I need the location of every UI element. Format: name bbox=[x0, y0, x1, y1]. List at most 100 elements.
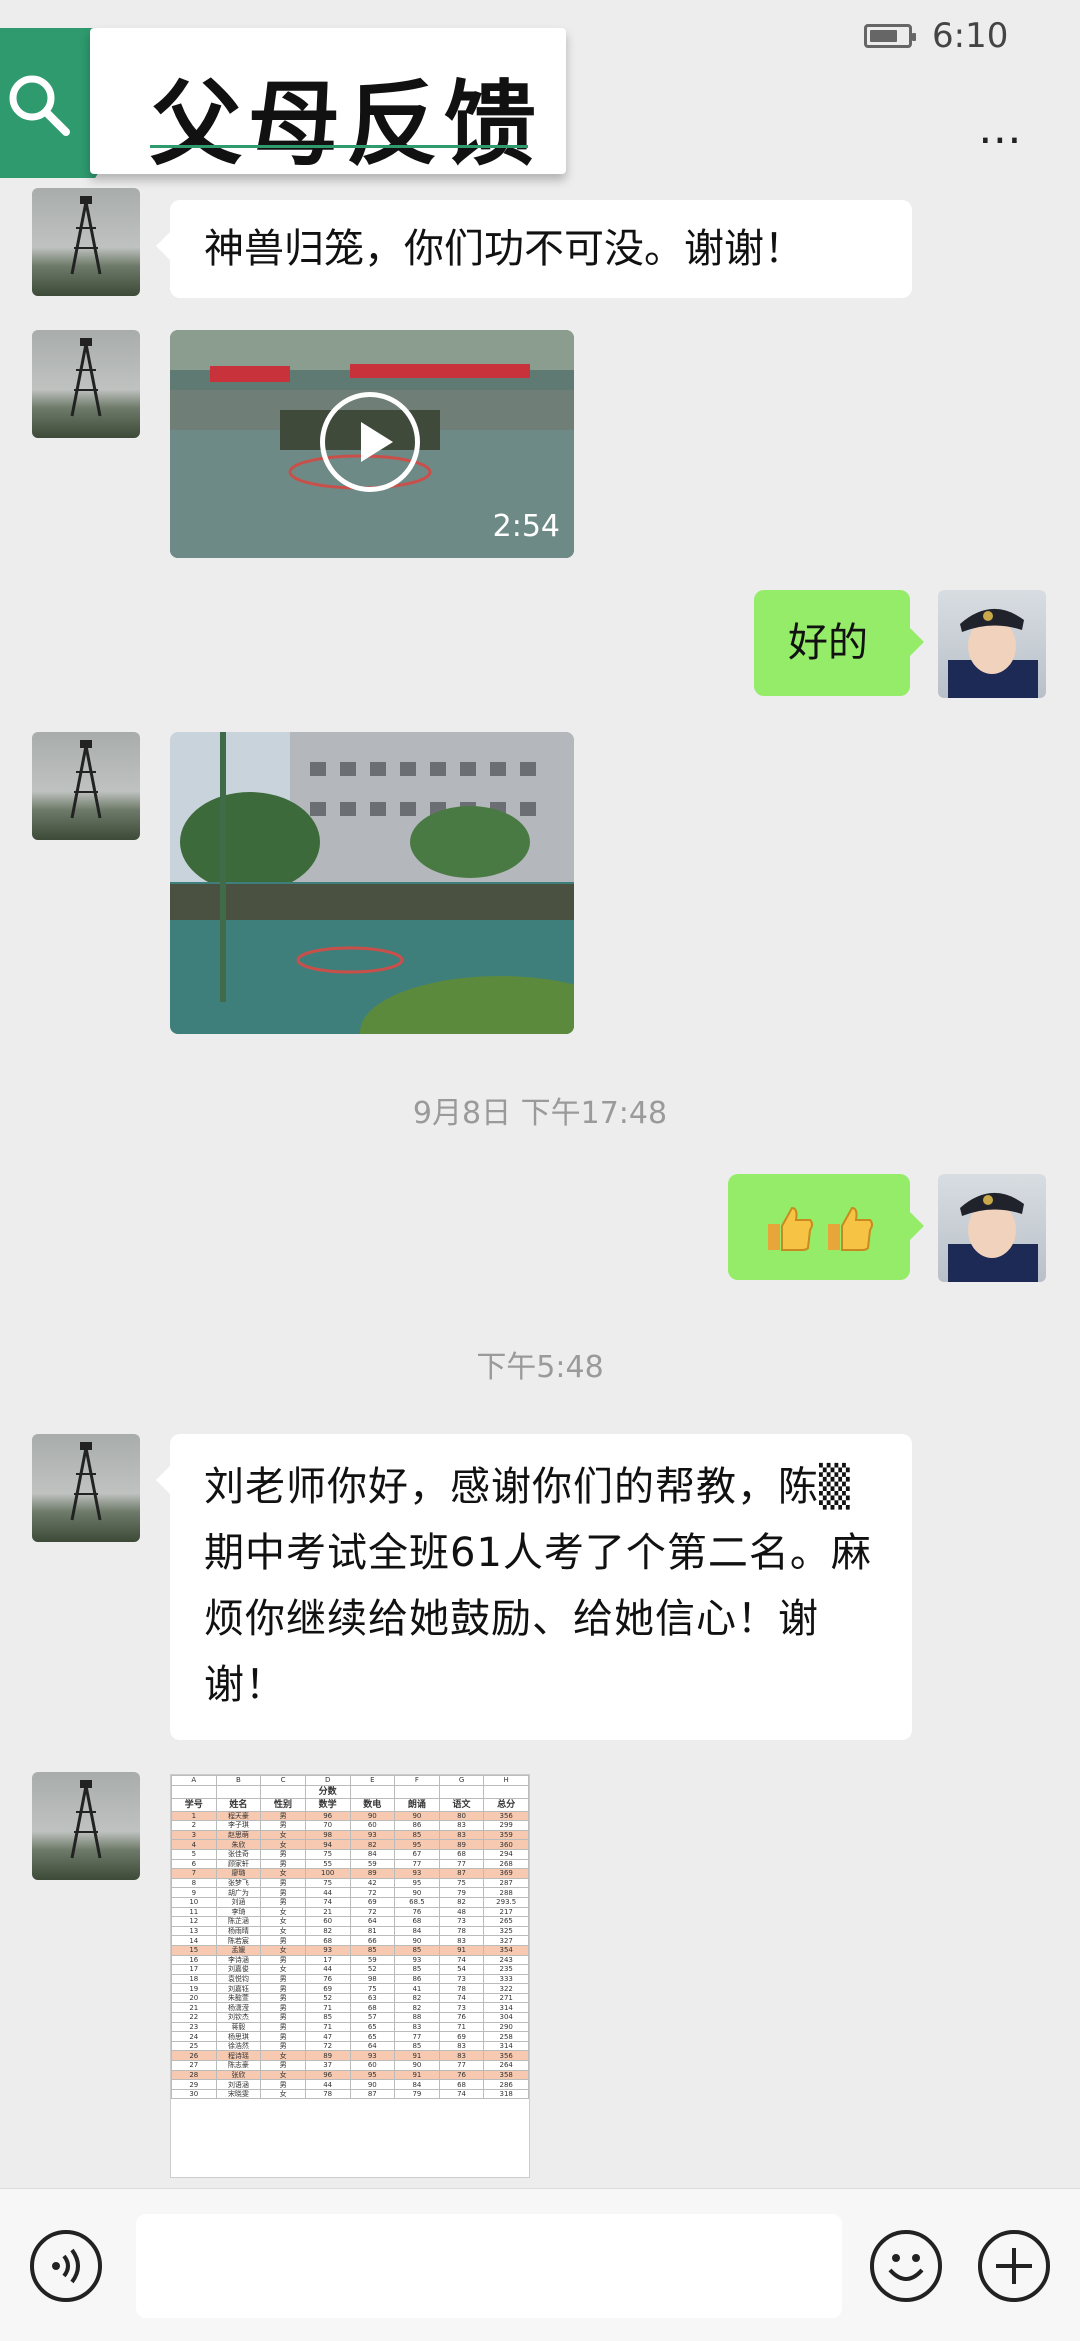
table-cell: 100 bbox=[304, 1868, 351, 1879]
avatar-parent[interactable] bbox=[32, 188, 140, 296]
table-cell: 姓名 bbox=[215, 1797, 262, 1812]
table-row: 13 杨雨晴女 82 81 84 78 325 bbox=[171, 1925, 529, 1937]
table-cell: 89 bbox=[304, 2050, 351, 2062]
table-row: 18 袁悦钧男 76 98 86 73 333 bbox=[171, 1973, 529, 1985]
video-message[interactable]: 2:54 bbox=[170, 330, 574, 558]
table-cell: 95 bbox=[394, 1877, 440, 1889]
table-cell: 359 bbox=[483, 1829, 529, 1841]
table-cell: F bbox=[394, 1775, 440, 1786]
table-cell: 90 bbox=[394, 1810, 440, 1822]
table-cell: 48 bbox=[438, 1906, 485, 1918]
table-cell: 80 bbox=[438, 1810, 485, 1822]
table-row: 11 李琦女 21 72 76 48 217 bbox=[171, 1906, 529, 1918]
table-cell: 男 bbox=[260, 1896, 306, 1908]
table-cell: 刘嘉钰 bbox=[215, 1983, 262, 1994]
table-cell: 女 bbox=[260, 1829, 306, 1841]
table-cell: 290 bbox=[483, 2021, 529, 2033]
table-cell: 68 bbox=[304, 1935, 351, 1946]
message-bubble-sent[interactable]: 👍👍 bbox=[728, 1174, 924, 1280]
table-cell: 41 bbox=[394, 1983, 440, 1994]
table-cell: 93 bbox=[349, 1829, 396, 1841]
table-cell: 98 bbox=[349, 1973, 396, 1985]
table-cell: 72 bbox=[304, 2040, 351, 2052]
plus-button[interactable] bbox=[978, 2230, 1050, 2302]
message-bubble-sent[interactable]: 好的 bbox=[754, 590, 924, 696]
table-cell: C bbox=[260, 1775, 306, 1786]
table-cell: 7 bbox=[171, 1868, 217, 1879]
table-cell: 59 bbox=[349, 1954, 396, 1966]
message-text: 神兽归笼，你们功不可没。谢谢！ bbox=[204, 226, 804, 272]
play-button[interactable] bbox=[320, 392, 420, 492]
table-cell: 女 bbox=[260, 1916, 306, 1927]
table-cell: 98 bbox=[304, 1829, 351, 1841]
table-cell: 91 bbox=[438, 1944, 485, 1956]
table-row: 30 宋晓雯女 78 87 79 74 318 bbox=[171, 2088, 529, 2100]
avatar-self[interactable] bbox=[938, 590, 1046, 698]
table-cell: E bbox=[349, 1775, 396, 1786]
message-bubble[interactable]: 神兽归笼，你们功不可没。谢谢！ bbox=[156, 200, 912, 298]
message-bubble[interactable]: 刘老师你好，感谢你们的帮教，陈▒期中考试全班61人考了个第二名。麻烦你继续给她鼓… bbox=[156, 1434, 912, 1740]
table-cell: 52 bbox=[304, 1992, 351, 2004]
table-cell: A bbox=[171, 1775, 217, 1786]
voice-button[interactable] bbox=[30, 2230, 102, 2302]
avatar-parent[interactable] bbox=[32, 732, 140, 840]
score-sheet-image[interactable]: A B C D E F G H 分数 学号 姓名 性别 数学 数电 朗诵 语文 总分 1 程天豪男 96 90 90 80 3… bbox=[170, 1774, 530, 2178]
police-portrait bbox=[948, 1192, 1038, 1282]
table-cell: 女 bbox=[260, 1964, 306, 1975]
table-cell: 356 bbox=[483, 2050, 529, 2062]
timestamp: 9月8日 下午17:48 bbox=[412, 1096, 668, 1131]
table-cell: 77 bbox=[394, 2031, 440, 2042]
avatar-parent[interactable] bbox=[32, 330, 140, 438]
table-cell: 27 bbox=[171, 2060, 217, 2071]
table-cell: 赵思萌 bbox=[215, 1829, 262, 1841]
table-cell: 74 bbox=[438, 1954, 485, 1966]
table-cell: 83 bbox=[438, 1820, 485, 1831]
table-cell: 84 bbox=[394, 2079, 440, 2090]
table-cell: 54 bbox=[438, 1964, 485, 1975]
table-cell: 59 bbox=[349, 1858, 396, 1870]
message-input[interactable] bbox=[136, 2214, 842, 2318]
table-cell: 85 bbox=[349, 1944, 396, 1956]
table-cell: 360 bbox=[483, 1839, 529, 1850]
table-cell: 96 bbox=[304, 2069, 351, 2081]
table-cell: 90 bbox=[394, 2060, 440, 2071]
table-cell: 60 bbox=[304, 1916, 351, 1927]
table-cell: 24 bbox=[171, 2031, 217, 2042]
table-cell: 271 bbox=[483, 1992, 529, 2004]
table-cell: 52 bbox=[349, 1964, 396, 1975]
emoji-icon bbox=[888, 2254, 924, 2281]
table-cell: 69 bbox=[438, 2031, 485, 2042]
table-row: 7 廖璐女 100 89 93 87 369 bbox=[171, 1868, 529, 1879]
table-cell: 325 bbox=[483, 1925, 529, 1937]
table-cell: 286 bbox=[483, 2079, 529, 2090]
emoji-button[interactable] bbox=[870, 2230, 942, 2302]
avatar-self[interactable] bbox=[938, 1174, 1046, 1282]
table-cell: 20 bbox=[171, 1992, 217, 2004]
table-cell: 陈若宸 bbox=[215, 1935, 262, 1946]
table-cell: 89 bbox=[349, 1868, 396, 1879]
table-cell: 288 bbox=[483, 1887, 529, 1898]
table-cell: 287 bbox=[483, 1877, 529, 1889]
table-cell: 朱欣 bbox=[215, 1839, 262, 1850]
table-cell: 男 bbox=[260, 2079, 306, 2090]
table-cell: 袁悦钧 bbox=[215, 1973, 262, 1985]
table-cell: 85 bbox=[394, 1944, 440, 1956]
table-cell: 299 bbox=[483, 1820, 529, 1831]
tower-picture bbox=[70, 740, 102, 819]
table-cell: 79 bbox=[394, 2088, 440, 2100]
table-cell: 男 bbox=[260, 1973, 306, 1985]
table-cell: 77 bbox=[438, 2060, 485, 2071]
table-row: 2 李子琪男 70 60 86 83 299 bbox=[171, 1820, 529, 1831]
table-cell: 69 bbox=[349, 1896, 396, 1908]
table-cell: 陈芷涵 bbox=[215, 1916, 262, 1927]
more-options-button[interactable]: ⋯ bbox=[978, 118, 1024, 162]
photo-message[interactable] bbox=[170, 732, 574, 1034]
table-cell: 217 bbox=[483, 1906, 529, 1918]
avatar-parent[interactable] bbox=[32, 1772, 140, 1880]
table-cell: 顾家轩 bbox=[215, 1858, 262, 1870]
avatar-parent[interactable] bbox=[32, 1434, 140, 1542]
table-cell: 95 bbox=[349, 2069, 396, 2081]
table-cell: 男 bbox=[260, 1848, 306, 1860]
table-row: 12 陈芷涵女 60 64 68 73 265 bbox=[171, 1916, 529, 1927]
table-cell: 刘嘉俊 bbox=[215, 1964, 262, 1975]
